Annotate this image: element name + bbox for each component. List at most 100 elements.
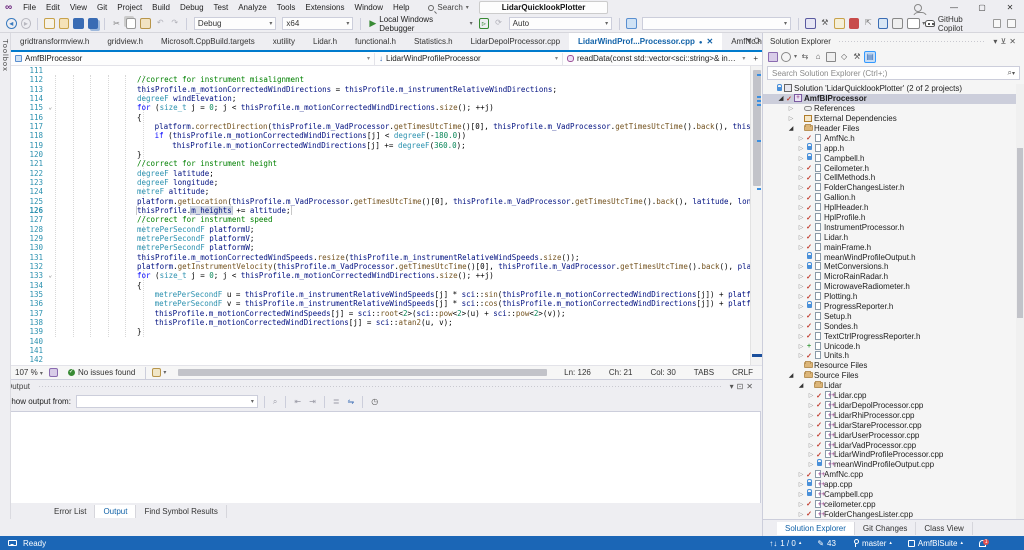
collapsed-arrow-icon[interactable]: ▷ bbox=[797, 323, 805, 330]
tree-item-ceilometer-h[interactable]: ▷✓Ceilometer.h bbox=[763, 163, 1017, 173]
tree-item-amfnc-h[interactable]: ▷✓AmfNc.h bbox=[763, 133, 1017, 143]
send-feedback-icon[interactable] bbox=[993, 19, 1002, 28]
start-without-debugging-icon[interactable]: ▹ bbox=[479, 18, 490, 29]
tree-item-metconversions-h[interactable]: ▷MetConversions.h bbox=[763, 262, 1017, 272]
line-indicator[interactable]: Ln: 126 bbox=[555, 368, 600, 377]
collapsed-arrow-icon[interactable]: ▷ bbox=[797, 303, 805, 310]
menu-file[interactable]: File bbox=[18, 3, 41, 12]
tree-item-sondes-h[interactable]: ▷✓Sondes.h bbox=[763, 321, 1017, 331]
code-line-142[interactable]: 142 bbox=[11, 355, 762, 364]
member-dropdown[interactable]: readData(const std::vector<sci::string>&… bbox=[563, 53, 749, 65]
tree-item-lidar-h[interactable]: ▷✓Lidar.h bbox=[763, 232, 1017, 242]
panel-drag-grip[interactable] bbox=[38, 385, 722, 389]
tree-item-header-files[interactable]: ◢Header Files bbox=[763, 124, 1017, 134]
document-tab-microsoft-cppbuild-targets[interactable]: Microsoft.CppBuild.targets bbox=[152, 33, 264, 50]
document-tab-lidardepolprocessor-cpp[interactable]: LidarDepolProcessor.cpp bbox=[462, 33, 569, 50]
collapsed-arrow-icon[interactable]: ▷ bbox=[807, 442, 815, 449]
tree-item-gallion-h[interactable]: ▷✓Gallion.h bbox=[763, 193, 1017, 203]
menu-extensions[interactable]: Extensions bbox=[300, 3, 349, 12]
document-tab-lidar-h[interactable]: Lidar.h bbox=[304, 33, 346, 50]
tree-item-campbell-h[interactable]: ▷Campbell.h bbox=[763, 153, 1017, 163]
collapsed-arrow-icon[interactable]: ▷ bbox=[807, 451, 815, 458]
feedback-bubble-icon[interactable] bbox=[8, 540, 17, 546]
collapsed-arrow-icon[interactable]: ▷ bbox=[787, 115, 795, 122]
menu-build[interactable]: Build bbox=[147, 3, 175, 12]
code-line-127[interactable]: 127//correct for instrument speed bbox=[11, 215, 762, 224]
collapsed-arrow-icon[interactable]: ▷ bbox=[797, 244, 805, 251]
close-icon[interactable]: ✕ bbox=[1009, 37, 1019, 46]
expanded-arrow-icon[interactable]: ◢ bbox=[787, 372, 795, 379]
type-dropdown[interactable]: ↓ LidarWindProfileProcessor▾ bbox=[375, 53, 563, 65]
solution-configuration-dropdown[interactable]: Debug▾ bbox=[194, 17, 276, 30]
panel-drag-grip[interactable] bbox=[838, 40, 987, 44]
toggle-word-wrap-icon[interactable]: ⇋ bbox=[348, 397, 355, 406]
code-line-129[interactable]: 129metrePerSecondF platformV; bbox=[11, 234, 762, 243]
collapsed-arrow-icon[interactable]: ▷ bbox=[807, 392, 815, 399]
properties-icon[interactable]: ◇ bbox=[839, 52, 849, 62]
tree-item-ceilometer-cpp[interactable]: ▷✓++ceilometer.cpp bbox=[763, 499, 1017, 509]
collapse-all-icon[interactable] bbox=[826, 52, 836, 62]
close-icon[interactable]: ✕ bbox=[746, 382, 756, 391]
expanded-arrow-icon[interactable]: ◢ bbox=[777, 95, 785, 102]
code-line-133[interactable]: 133⌄for (size_t j = 0; j < thisProfile.m… bbox=[11, 271, 762, 280]
menu-window[interactable]: Window bbox=[350, 3, 388, 12]
code-line-132[interactable]: 132platform.getInstrumentVelocity(thisPr… bbox=[11, 262, 762, 271]
close-button[interactable]: ✕ bbox=[996, 0, 1024, 15]
go-previous-icon[interactable]: ⇤ bbox=[294, 397, 301, 406]
tree-item-microrainradar-h[interactable]: ▷✓MicroRainRadar.h bbox=[763, 272, 1017, 282]
zoom-level-dropdown[interactable]: 107 % ▾ bbox=[11, 368, 47, 377]
search-control[interactable]: Search ▾ bbox=[428, 3, 468, 12]
code-line-134[interactable]: 134{ bbox=[11, 281, 762, 290]
tree-item-progressreporter-h[interactable]: ▷ProgressReporter.h bbox=[763, 302, 1017, 312]
new-file-icon[interactable] bbox=[44, 18, 55, 29]
tree-item-textctrlprogressreporter-h[interactable]: ▷✓TextCtrlProgressReporter.h bbox=[763, 331, 1017, 341]
side-tab-solution-explorer[interactable]: Solution Explorer bbox=[777, 522, 855, 535]
document-tab-gridtransformview-h[interactable]: gridtransformview.h bbox=[11, 33, 98, 50]
menu-test[interactable]: Test bbox=[209, 3, 234, 12]
code-line-115[interactable]: 115⌄for (size_t j = 0; j < thisProfile.m… bbox=[11, 103, 762, 112]
tree-item-app-h[interactable]: ▷app.h bbox=[763, 143, 1017, 153]
window-position-icon[interactable]: ▾ bbox=[730, 382, 737, 391]
tree-item-lidaruserprocessor-cpp[interactable]: ▷✓++LidarUserProcessor.cpp bbox=[763, 430, 1017, 440]
menu-debug[interactable]: Debug bbox=[175, 3, 209, 12]
tree-item-lidardepolprocessor-cpp[interactable]: ▷✓++LidarDepolProcessor.cpp bbox=[763, 401, 1017, 411]
collapsed-arrow-icon[interactable]: ▷ bbox=[797, 491, 805, 498]
redo-icon[interactable]: ↷ bbox=[169, 18, 180, 29]
health-indicator-icon[interactable] bbox=[49, 368, 58, 377]
auto-dropdown[interactable]: Auto▾ bbox=[509, 17, 612, 30]
code-line-128[interactable]: 128metrePerSecondF platformU; bbox=[11, 225, 762, 234]
collapsed-arrow-icon[interactable]: ▷ bbox=[807, 432, 815, 439]
code-line-130[interactable]: 130metrePerSecondF platformW; bbox=[11, 243, 762, 252]
code-line-126[interactable]: 126thisProfile.m_heights += altitude; bbox=[11, 206, 762, 215]
code-line-125[interactable]: 125platform.getLocation(thisProfile.m_Va… bbox=[11, 197, 762, 206]
tree-item-amfnc-cpp[interactable]: ▷✓++AmfNc.cpp bbox=[763, 470, 1017, 480]
document-tab-statistics-h[interactable]: Statistics.h bbox=[405, 33, 462, 50]
open-file-icon[interactable] bbox=[59, 18, 70, 29]
attach-process-icon[interactable]: ⇱ bbox=[863, 18, 874, 29]
navigate-back-icon[interactable]: ◂ bbox=[6, 18, 17, 29]
code-cleanup-icon[interactable] bbox=[152, 368, 161, 377]
tree-item-mainframe-h[interactable]: ▷✓mainFrame.h bbox=[763, 242, 1017, 252]
paste-icon[interactable] bbox=[140, 18, 151, 29]
tree-item-amfblprocessor[interactable]: ◢✓+AmfBlProcessor bbox=[763, 94, 1017, 104]
code-line-120[interactable]: 120} bbox=[11, 150, 762, 159]
side-tab-git-changes[interactable]: Git Changes bbox=[855, 522, 916, 535]
code-line-111[interactable]: 111 bbox=[11, 66, 762, 75]
collapsed-arrow-icon[interactable]: ▷ bbox=[807, 461, 815, 468]
pending-edits-button[interactable]: ✎43 bbox=[817, 539, 836, 548]
collapsed-arrow-icon[interactable]: ▷ bbox=[797, 214, 805, 221]
collapsed-arrow-icon[interactable]: ▷ bbox=[797, 155, 805, 162]
tree-item-lidarwindprofileprocessor-cpp[interactable]: ▷✓++LidarWindProfileProcessor.cpp bbox=[763, 450, 1017, 460]
hot-reload-icon[interactable]: ⟳ bbox=[493, 18, 504, 29]
switch-views-icon[interactable] bbox=[768, 52, 778, 62]
code-line-140[interactable]: 140 bbox=[11, 337, 762, 346]
menu-help[interactable]: Help bbox=[388, 3, 414, 12]
home-icon[interactable]: ⌂ bbox=[813, 52, 823, 62]
toolbox-red-icon[interactable] bbox=[849, 18, 860, 29]
code-line-113[interactable]: 113thisProfile.m_motionCorrectedWindDire… bbox=[11, 85, 762, 94]
task-list-icon[interactable] bbox=[834, 18, 845, 29]
menu-view[interactable]: View bbox=[65, 3, 92, 12]
output-source-dropdown[interactable]: ▾ bbox=[76, 395, 258, 408]
tree-item-folderchangeslister-cpp[interactable]: ▷✓++FolderChangesLister.cpp bbox=[763, 509, 1017, 519]
tree-item-lidarstareprocessor-cpp[interactable]: ▷✓++LidarStareProcessor.cpp bbox=[763, 420, 1017, 430]
